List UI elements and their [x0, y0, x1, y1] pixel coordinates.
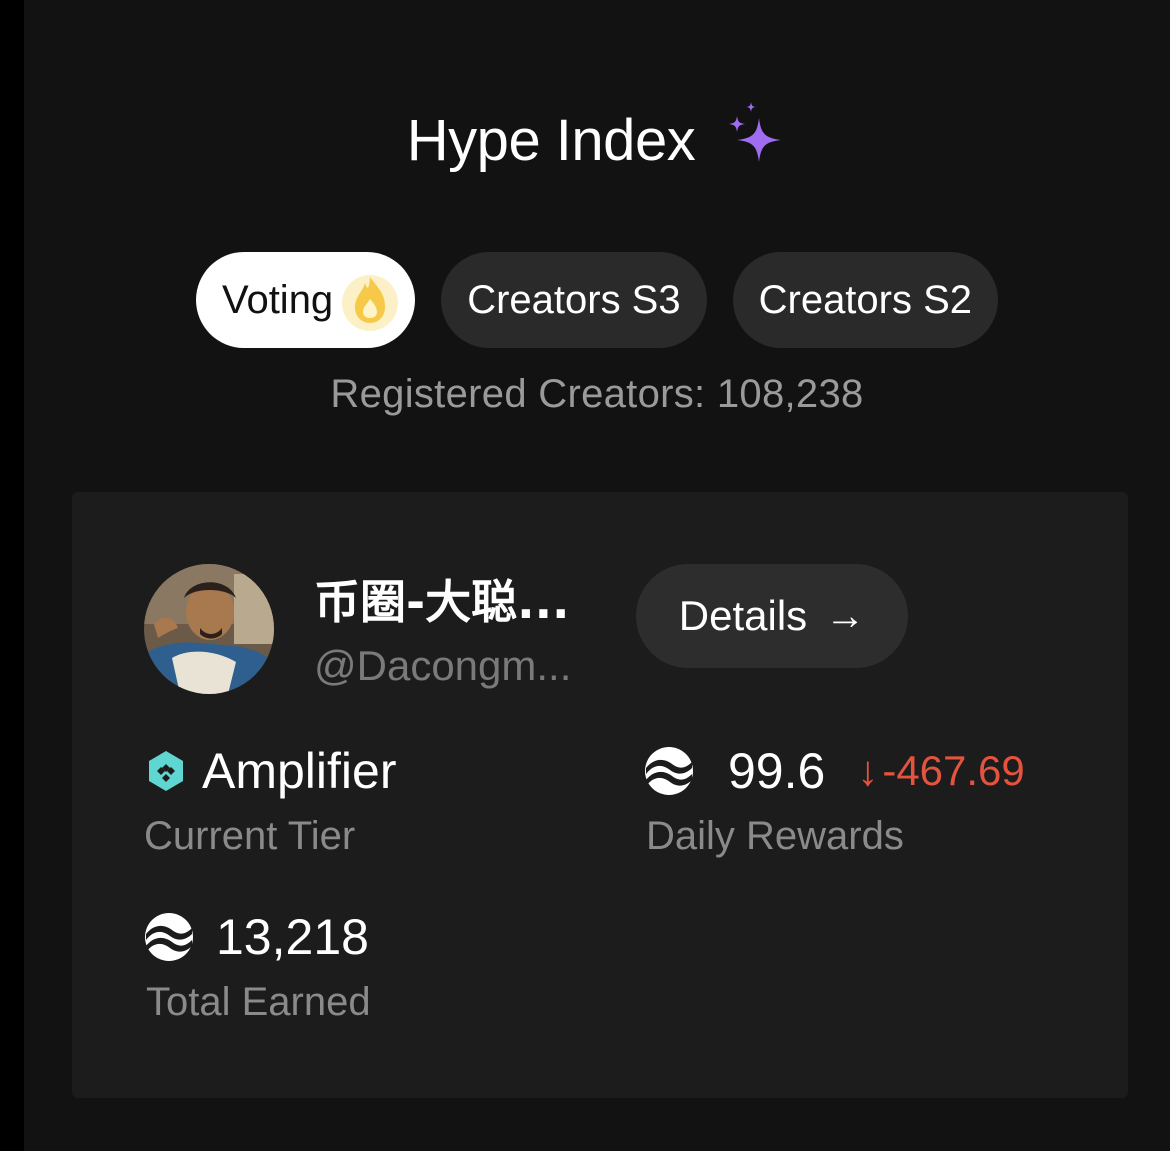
daily-rewards-delta: ↓ -467.69: [857, 747, 1024, 795]
header: Hype Index: [24, 100, 1170, 180]
details-button-label: Details: [678, 592, 808, 639]
main-panel: Hype Index Voting Creators S3 Creators S…: [24, 0, 1170, 1151]
token-icon: [145, 913, 193, 961]
daily-rewards-stat: 99.6 ↓ -467.69: [644, 742, 1025, 800]
arrow-right-icon: →: [825, 593, 866, 638]
tier-hexagon-icon: [149, 751, 183, 791]
tier-value: Amplifier: [202, 743, 397, 799]
details-button[interactable]: Details →: [636, 564, 908, 668]
tab-creators-s2[interactable]: Creators S2: [732, 252, 999, 348]
registered-creators-count: Registered Creators: 108,238: [330, 372, 864, 416]
total-earned-label: Total Earned: [146, 980, 371, 1024]
creator-handle: @Dacongm...: [314, 642, 572, 689]
creator-name: 币圈-大聪...: [314, 575, 570, 629]
sparkle-icon: [729, 102, 782, 162]
page-title: Hype Index: [406, 107, 696, 173]
daily-rewards-delta-value: -467.69: [882, 747, 1025, 794]
avatar-image: [144, 564, 274, 694]
tier-label: Current Tier: [144, 814, 356, 858]
arrow-down-icon: ↓: [857, 747, 879, 794]
tab-voting[interactable]: Voting: [195, 252, 416, 348]
tab-voting-label: Voting: [221, 277, 334, 322]
flame-icon: [342, 275, 399, 331]
total-earned-stat: 13,218: [144, 908, 369, 966]
creator-card: 币圈-大聪... @Dacongm... Details → Amplifier…: [72, 492, 1128, 1098]
daily-rewards-label: Daily Rewards: [646, 814, 904, 858]
tab-bar: Voting Creators S3 Creators S2: [24, 252, 1170, 348]
tab-creators-s3[interactable]: Creators S3: [441, 252, 707, 348]
tab-creators-s3-label: Creators S3: [467, 277, 681, 322]
daily-rewards-value: 99.6: [728, 743, 826, 799]
tab-creators-s2-label: Creators S2: [758, 277, 973, 322]
tier-stat: Amplifier: [144, 742, 396, 800]
token-icon: [645, 747, 693, 795]
total-earned-value: 13,218: [216, 909, 369, 965]
avatar[interactable]: [144, 564, 274, 694]
